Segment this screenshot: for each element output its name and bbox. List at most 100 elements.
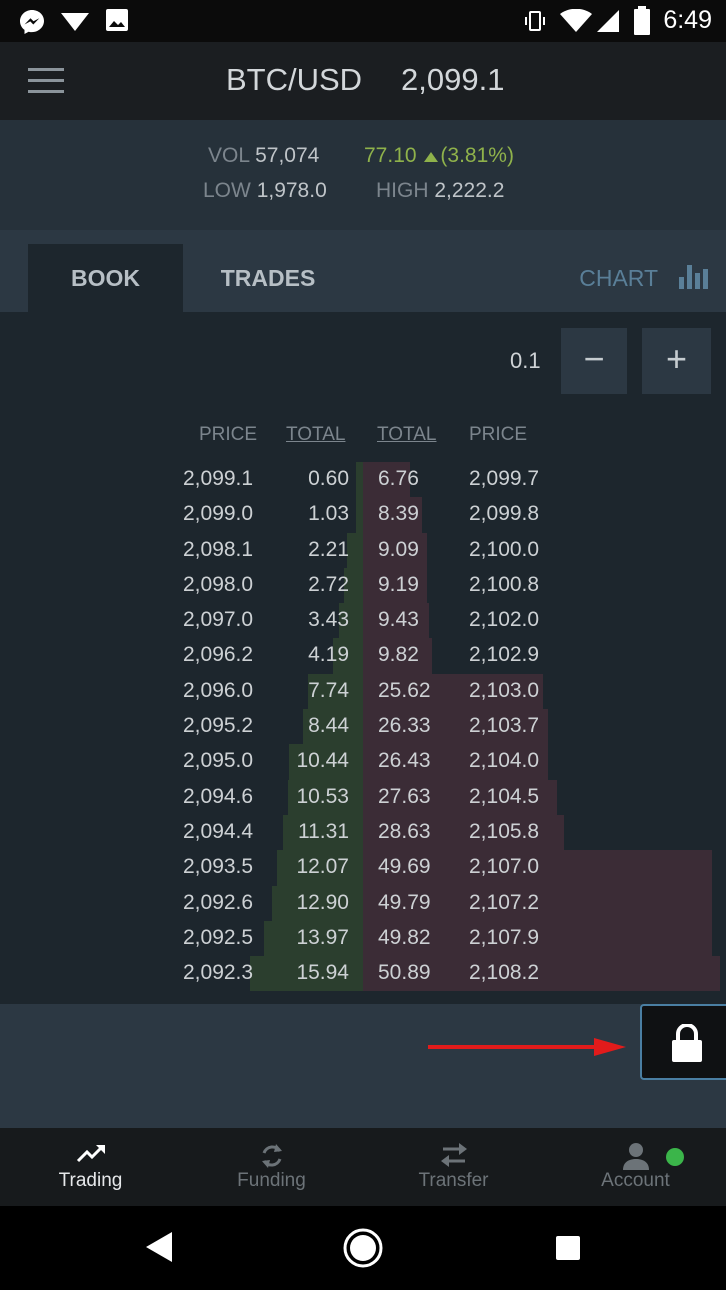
high-label: HIGH bbox=[376, 179, 429, 202]
ask-price: 2,108.2 bbox=[469, 961, 540, 985]
ask-price: 2,107.9 bbox=[469, 925, 540, 949]
image-icon bbox=[106, 9, 128, 31]
order-book-rows: 2,099.1 0.60 6.76 2,099.7 2,099.0 1.03 8.39 2,0… bbox=[0, 462, 726, 992]
ask-price: 2,099.7 bbox=[469, 467, 540, 490]
order-book: 0.1 − + PRICE TOTAL TOTAL PRICE 2,099.1 0… bbox=[0, 312, 726, 1004]
ask-total: 9.09 bbox=[378, 537, 419, 561]
ask-price: 2,107.0 bbox=[469, 855, 540, 879]
nav-funding[interactable]: Funding bbox=[181, 1128, 362, 1206]
bid-price-header: PRICE bbox=[199, 424, 258, 445]
precision-value: 0.1 bbox=[510, 348, 541, 373]
decrease-precision-button[interactable]: − bbox=[561, 328, 627, 394]
bid-price: 2,099.0 bbox=[183, 502, 254, 526]
bid-total: 8.44 bbox=[308, 714, 349, 738]
bid-price: 2,099.1 bbox=[183, 467, 254, 490]
bid-total: 12.90 bbox=[296, 890, 349, 914]
bid-price: 2,098.0 bbox=[183, 572, 254, 596]
nav-trading-label: Trading bbox=[58, 1170, 123, 1191]
volume-stat: VOL 57,074 bbox=[208, 144, 319, 168]
bid-price: 2,097.0 bbox=[183, 608, 254, 632]
order-book-row: 2,096.2 4.19 9.82 2,102.9 bbox=[0, 638, 726, 674]
tab-trades[interactable]: TRADES bbox=[192, 244, 344, 312]
bid-price: 2,096.2 bbox=[183, 643, 254, 667]
back-icon[interactable] bbox=[146, 1232, 172, 1262]
order-book-row: 2,093.5 12.07 49.69 2,107.0 bbox=[0, 850, 726, 886]
ask-total: 9.43 bbox=[378, 608, 419, 632]
bid-total-header[interactable]: TOTAL bbox=[286, 424, 345, 446]
high-stat: HIGH 2,222.2 bbox=[376, 179, 504, 203]
bid-total: 1.03 bbox=[308, 502, 349, 526]
bid-total: 2.72 bbox=[308, 572, 349, 596]
bid-depth-bar bbox=[356, 462, 363, 498]
lock-icon bbox=[672, 1024, 702, 1062]
vibrate-icon bbox=[525, 11, 545, 31]
change-value: 77.10 bbox=[364, 144, 417, 167]
tab-book[interactable]: BOOK bbox=[28, 244, 183, 312]
bid-price: 2,094.4 bbox=[183, 819, 254, 843]
person-icon bbox=[622, 1143, 649, 1170]
ask-total: 6.76 bbox=[378, 467, 419, 490]
messenger-icon bbox=[20, 10, 44, 34]
ask-price-header: PRICE bbox=[469, 424, 528, 445]
recents-icon[interactable] bbox=[555, 1235, 581, 1261]
bid-total: 0.60 bbox=[308, 467, 349, 490]
ticker-stats: VOL 57,074 77.10 (3.81%) LOW 1,978.0 HIG… bbox=[0, 120, 726, 230]
ask-total: 49.82 bbox=[378, 925, 431, 949]
bid-total: 7.74 bbox=[308, 678, 349, 702]
nav-account[interactable]: Account bbox=[545, 1128, 726, 1206]
ask-total: 8.39 bbox=[378, 502, 419, 526]
trending-up-icon bbox=[76, 1145, 105, 1163]
nav-transfer[interactable]: Transfer bbox=[363, 1128, 544, 1206]
bid-depth-bar bbox=[347, 532, 363, 568]
app-header: BTC/USD 2,099.1 bbox=[0, 42, 726, 120]
order-book-row: 2,092.3 15.94 50.89 2,108.2 bbox=[0, 956, 726, 992]
ask-total: 28.63 bbox=[378, 819, 431, 843]
menu-icon[interactable] bbox=[28, 68, 64, 96]
order-book-row: 2,095.0 10.44 26.43 2,104.0 bbox=[0, 744, 726, 780]
low-stat: LOW 1,978.0 bbox=[203, 179, 327, 203]
ask-price: 2,107.2 bbox=[469, 890, 540, 914]
action-strip bbox=[0, 1004, 726, 1128]
bid-total: 13.97 bbox=[296, 925, 349, 949]
view-tabs: BOOK TRADES CHART bbox=[0, 230, 726, 312]
bid-total: 3.43 bbox=[308, 608, 349, 632]
tab-chart[interactable]: CHART bbox=[579, 263, 708, 292]
home-icon[interactable] bbox=[342, 1227, 384, 1269]
low-value: 1,978.0 bbox=[256, 179, 327, 202]
bid-price: 2,098.1 bbox=[183, 537, 254, 561]
battery-icon bbox=[634, 6, 650, 35]
order-book-row: 2,094.4 11.31 28.63 2,105.8 bbox=[0, 814, 726, 851]
ask-total: 9.19 bbox=[378, 572, 419, 596]
ask-price: 2,100.8 bbox=[469, 572, 540, 596]
ask-total: 49.79 bbox=[378, 890, 431, 914]
up-arrow-icon bbox=[424, 152, 439, 162]
order-book-row: 2,096.0 7.74 25.62 2,103.0 bbox=[0, 673, 726, 710]
system-navigation-bar bbox=[0, 1206, 726, 1290]
bid-total: 10.44 bbox=[296, 749, 349, 773]
nav-transfer-label: Transfer bbox=[418, 1170, 489, 1191]
pair-title: BTC/USD bbox=[226, 62, 363, 97]
lock-button[interactable] bbox=[640, 1004, 726, 1080]
ask-total-header[interactable]: TOTAL bbox=[377, 424, 436, 446]
bid-price: 2,092.6 bbox=[183, 890, 254, 914]
ask-price: 2,102.9 bbox=[469, 643, 540, 667]
bid-total: 2.21 bbox=[308, 537, 349, 561]
bid-depth-bar bbox=[355, 497, 363, 533]
increase-precision-button[interactable]: + bbox=[642, 328, 711, 394]
annotation-arrow bbox=[428, 1038, 626, 1056]
ask-total: 49.69 bbox=[378, 855, 431, 879]
bid-total: 10.53 bbox=[296, 784, 349, 808]
bid-total: 15.94 bbox=[296, 961, 349, 985]
ask-price: 2,104.0 bbox=[469, 749, 540, 773]
change-stat: 77.10 (3.81%) bbox=[364, 144, 514, 168]
order-book-row: 2,094.6 10.53 27.63 2,104.5 bbox=[0, 779, 726, 815]
volume-label: VOL bbox=[208, 144, 250, 167]
ask-total: 27.63 bbox=[378, 784, 431, 808]
ask-price: 2,105.8 bbox=[469, 819, 540, 843]
bid-price: 2,092.3 bbox=[183, 961, 254, 985]
download-chevron-icon bbox=[61, 13, 89, 31]
nav-trading[interactable]: Trading bbox=[0, 1128, 181, 1206]
order-book-row: 2,098.1 2.21 9.09 2,100.0 bbox=[0, 532, 726, 568]
ask-price: 2,100.0 bbox=[469, 537, 540, 561]
swap-icon bbox=[440, 1143, 467, 1167]
